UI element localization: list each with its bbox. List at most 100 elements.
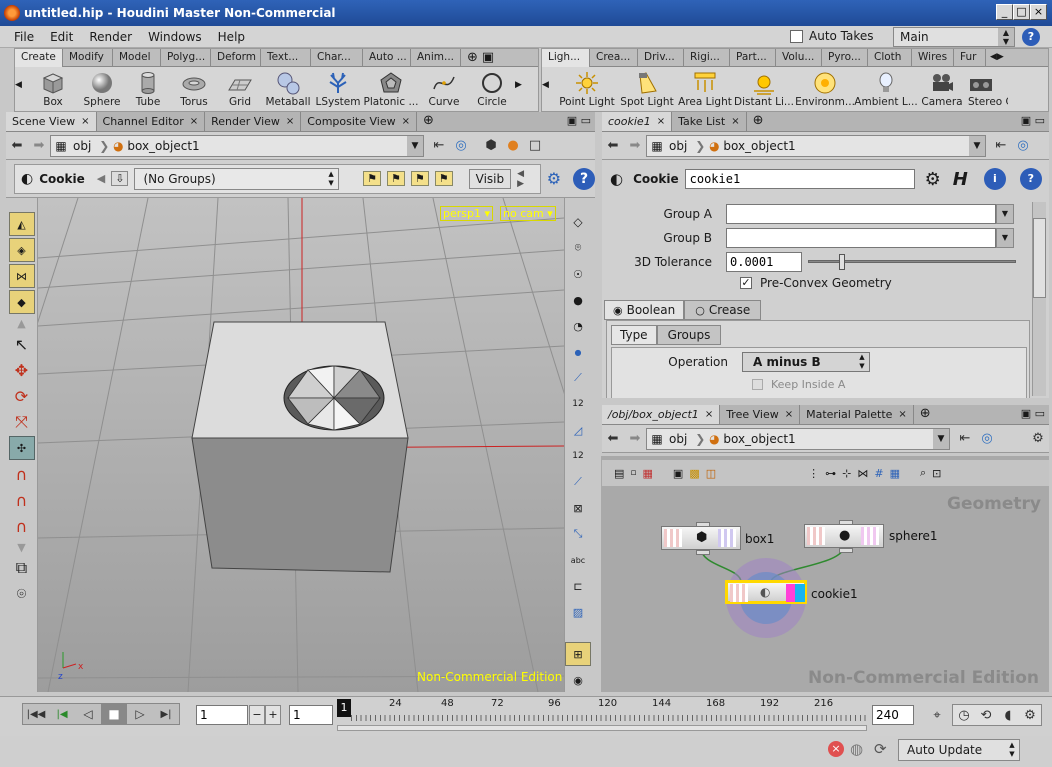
subnet-icon[interactable]: ◫ xyxy=(706,467,716,480)
tab-composite-view[interactable]: Composite View × xyxy=(301,112,417,131)
frame-decrement-button[interactable]: − xyxy=(249,705,265,725)
current-frame-input[interactable] xyxy=(196,705,248,725)
slider-handle[interactable] xyxy=(839,254,846,270)
link-icon[interactable]: ◎ xyxy=(976,428,998,450)
parm-scrollbar[interactable] xyxy=(1032,202,1046,396)
info-icon[interactable]: i xyxy=(983,168,1006,190)
close-icon[interactable]: × xyxy=(785,406,793,424)
attribute-text-icon[interactable]: abc xyxy=(565,548,591,572)
scroll-arrows-icon[interactable]: ◀ ▶ xyxy=(517,169,534,189)
edge-select-icon[interactable]: ⋈ xyxy=(8,264,35,288)
point-display-icon[interactable]: ● xyxy=(565,340,591,364)
tab-take-list[interactable]: Take List × xyxy=(672,112,747,131)
tool-circle[interactable]: Circle xyxy=(469,71,515,108)
group-a-input[interactable] xyxy=(726,204,996,224)
shelf-tab-volume[interactable]: Volu... xyxy=(776,49,822,67)
magnet-2-icon[interactable]: ∩ xyxy=(9,488,35,512)
zoom-icon[interactable]: ⌕ xyxy=(920,466,926,480)
chevron-down-icon[interactable]: ▼ xyxy=(933,428,949,449)
menu-render[interactable]: Render xyxy=(81,30,140,44)
refresh-icon[interactable]: ⟳ xyxy=(874,740,887,758)
scroll-left-icon[interactable]: ◀ xyxy=(15,80,27,90)
path-node[interactable]: box_object1 xyxy=(723,139,969,153)
link-icon[interactable]: ◎ xyxy=(450,135,472,157)
sphere-view-icon[interactable]: ● xyxy=(565,288,591,312)
grid-toggle-icon[interactable]: # xyxy=(874,467,883,480)
rotate-tool-icon[interactable]: ⟳ xyxy=(9,384,35,408)
shelf-tab-particles[interactable]: Part... xyxy=(730,49,776,67)
shelf-tab-polygon[interactable]: Polyg... xyxy=(161,49,211,67)
network-editor[interactable]: Geometry Non-Commercial Edition ⬢ box1 ●… xyxy=(601,456,1049,692)
move-tool-icon[interactable]: ✥ xyxy=(9,358,35,382)
tool-curve[interactable]: Curve xyxy=(419,71,469,108)
chevron-down-icon[interactable]: ▼ xyxy=(407,135,423,156)
tool-grid[interactable]: Grid xyxy=(217,71,263,108)
layout-4-icon[interactable]: ⋈ xyxy=(857,467,868,480)
play-icon[interactable]: ▷ xyxy=(127,703,153,725)
menu-file[interactable]: File xyxy=(0,30,42,44)
houdini-h-icon[interactable]: H xyxy=(953,169,968,190)
shading-icon[interactable]: ● xyxy=(502,135,524,157)
tool-camera[interactable]: Camera xyxy=(916,71,968,108)
parm-path-field[interactable]: ▦ obj ❯ ◕ box_object1 ▼ xyxy=(646,134,986,157)
step-forward-icon[interactable]: ▶| xyxy=(153,703,179,725)
pin-icon[interactable]: ⇤ xyxy=(954,428,976,450)
handle-tool-icon[interactable]: ✣ xyxy=(8,436,35,460)
edge-display-icon[interactable]: ⟋ xyxy=(565,470,591,494)
cookie-op-icon[interactable]: ◐ xyxy=(606,170,627,188)
close-icon[interactable]: × xyxy=(190,113,198,131)
menu-edit[interactable]: Edit xyxy=(42,30,81,44)
keyframe-icon[interactable]: ⌖ xyxy=(926,704,948,726)
magnet-1-icon[interactable]: ∩ xyxy=(9,462,35,486)
path-root[interactable]: obj xyxy=(71,139,99,153)
desktop-select[interactable]: Main ▲ ▼ xyxy=(893,27,1015,47)
pane-menu-icon[interactable]: ▣ ▭ xyxy=(567,112,595,131)
network-path-field[interactable]: ▦ obj ❯ ◕ box_object1 ▼ xyxy=(646,427,950,450)
node-label-box1[interactable]: box1 xyxy=(745,532,774,546)
add-tab-icon[interactable]: ⊕ xyxy=(753,112,764,131)
shelf-tab-anim[interactable]: Anim... xyxy=(411,49,461,67)
start-frame-input[interactable] xyxy=(289,705,333,725)
template-flag[interactable] xyxy=(786,584,795,602)
performance-icon[interactable]: ◍ xyxy=(850,740,863,758)
close-icon[interactable]: × xyxy=(286,113,294,131)
timeline-ruler[interactable]: 1 24 48 72 96 120 144 168 192 216 xyxy=(337,698,867,733)
node-label-cookie1[interactable]: cookie1 xyxy=(811,587,858,601)
group-b-menu-icon[interactable]: ▼ xyxy=(996,228,1014,248)
pin-icon[interactable]: ⇤ xyxy=(428,135,450,157)
tolerance-input[interactable] xyxy=(726,252,802,272)
select-arrow-icon[interactable]: ◀ xyxy=(97,172,105,185)
display-flag[interactable] xyxy=(795,584,805,602)
stop-icon[interactable]: ■ xyxy=(101,703,127,725)
shelf-tab-drive[interactable]: Driv... xyxy=(638,49,684,67)
loop-icon[interactable]: ⟲ xyxy=(975,704,997,726)
tab-network-path[interactable]: /obj/box_object1 × xyxy=(602,405,721,424)
settings-icon[interactable]: ⚙ xyxy=(1019,704,1041,726)
sticky-note-icon[interactable]: ▩ xyxy=(689,467,699,480)
menu-help[interactable]: Help xyxy=(210,30,253,44)
node-sphere1[interactable]: ● xyxy=(804,520,884,553)
close-button[interactable]: × xyxy=(1030,4,1047,20)
help-icon[interactable]: ? xyxy=(573,167,595,190)
pin-icon[interactable]: ⇤ xyxy=(990,135,1012,157)
ghost-icon[interactable]: ◔ xyxy=(565,314,591,338)
node-cookie1[interactable]: ◐ xyxy=(725,580,807,604)
add-tab-icon[interactable]: ⊕ xyxy=(423,112,434,131)
tool-platonic[interactable]: Platonic ... xyxy=(363,71,419,108)
shelf-tab-text[interactable]: Text... xyxy=(261,49,311,67)
pane-menu-icon[interactable]: ▣ ▭ xyxy=(1021,405,1049,424)
node-box1[interactable]: ⬢ xyxy=(661,522,741,555)
shelf-tab-rigid[interactable]: Rigi... xyxy=(684,49,730,67)
play-reverse-icon[interactable]: ◁ xyxy=(75,703,101,725)
path-node[interactable]: box_object1 xyxy=(127,139,407,153)
forward-arrow-icon[interactable]: ➡ xyxy=(624,135,646,157)
tab-tree-view[interactable]: Tree View × xyxy=(720,405,801,424)
gear-icon[interactable]: ⚙ xyxy=(1027,428,1049,450)
eye-icon[interactable]: ◉ xyxy=(565,668,591,692)
tool-distant-light[interactable]: Distant Li... xyxy=(734,71,794,108)
tool-metaball[interactable]: Metaball xyxy=(263,71,313,108)
path-node[interactable]: box_object1 xyxy=(723,432,933,446)
back-arrow-icon[interactable]: ⬅ xyxy=(602,135,624,157)
detail-view-icon[interactable]: ▫ xyxy=(630,468,636,478)
layout-2-icon[interactable]: ⊶ xyxy=(825,467,836,480)
